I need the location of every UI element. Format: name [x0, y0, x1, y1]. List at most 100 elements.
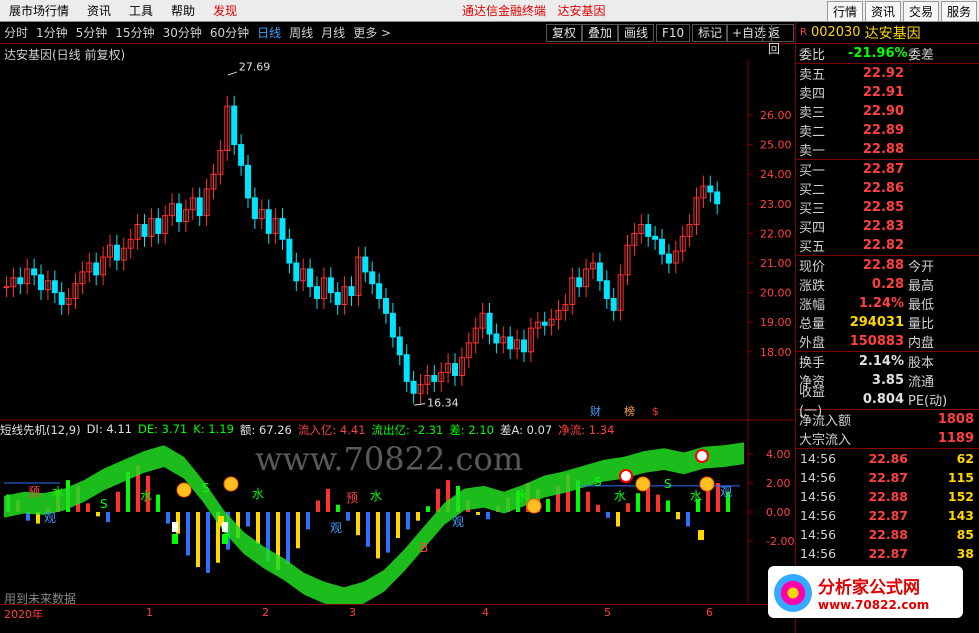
btn-back[interactable]: 返回	[762, 24, 794, 56]
period-more[interactable]: 更多 >	[349, 24, 395, 41]
date-label: 5	[604, 606, 611, 619]
histogram-bar	[586, 491, 590, 512]
histogram-bar	[476, 512, 480, 515]
ask-level: 卖二 22.89	[799, 123, 904, 140]
candle-body	[383, 298, 389, 314]
quote-header: R 002030 达安基因	[796, 22, 979, 44]
date-label: 6	[706, 606, 713, 619]
candle-body	[251, 197, 258, 220]
flow-row: 大宗流入 1189	[799, 431, 974, 448]
menu-tools[interactable]: 工具	[120, 2, 162, 19]
date-axis: 2020年 1 2 3 4 5 6	[0, 604, 794, 621]
indicator-signal-label: 水	[52, 485, 64, 499]
ind-field-outflow: 流出亿: -2.31	[371, 423, 444, 437]
ask-level: 卖一 22.88	[799, 142, 904, 159]
top-btn-quote[interactable]: 行情	[826, 1, 863, 22]
menu-help[interactable]: 帮助	[162, 2, 204, 19]
menu-bar: 展市场行情 资讯 工具 帮助 发现 通达信金融终端 达安基因 行情 资讯 交易 …	[0, 0, 979, 22]
histogram-bar	[486, 512, 490, 520]
menu-market[interactable]: 展市场行情	[0, 2, 78, 19]
candle-body	[93, 262, 100, 276]
btn-draw[interactable]: 画线	[618, 24, 655, 42]
ind-field-inflow: 流入亿: 4.41	[297, 423, 366, 437]
candle-body	[665, 253, 672, 264]
event-marker: $	[652, 405, 659, 418]
quote-stat: 涨幅 1.24% 最低	[799, 296, 935, 313]
top-btn-trade[interactable]: 交易	[902, 1, 939, 22]
bid-level: 买一 22.87	[799, 162, 904, 179]
histogram-bar	[366, 512, 370, 547]
period-15min[interactable]: 15分钟	[111, 24, 158, 41]
histogram-bar	[246, 512, 250, 527]
candle-body	[403, 354, 410, 382]
period-30min[interactable]: 30分钟	[159, 24, 206, 41]
candle-body	[610, 298, 617, 311]
stock-code: 002030	[810, 25, 861, 40]
tick-row: 14:56 22.88 152	[800, 489, 974, 504]
candle-body	[238, 144, 245, 166]
candle-body	[652, 235, 659, 240]
r-badge-icon: R	[800, 27, 807, 38]
candle-body	[493, 333, 500, 344]
btn-overlay[interactable]: 叠加	[582, 24, 619, 42]
histogram-bar	[596, 504, 600, 512]
weibi-row: 委比 -21.96% 委差	[799, 46, 935, 63]
period-tick[interactable]: 分时	[0, 24, 32, 41]
histogram-bar	[306, 512, 310, 530]
period-5min[interactable]: 5分钟	[72, 24, 112, 41]
gold-coin-icon	[635, 476, 651, 492]
ind-field-netflow: 净流: 1.34	[558, 423, 615, 437]
candle-body	[362, 256, 369, 273]
period-weekly[interactable]: 周线	[285, 24, 317, 41]
histogram-bar	[286, 512, 290, 565]
price-axis-label: 25.00	[760, 139, 792, 152]
bid-level: 买三 22.85	[799, 200, 904, 217]
top-btn-service[interactable]: 服务	[940, 1, 977, 22]
menu-discover[interactable]: 发现	[204, 2, 246, 19]
indicator-signal-label: 预	[346, 491, 358, 505]
period-1min[interactable]: 1分钟	[32, 24, 72, 41]
quote-stat: 涨跌 0.28 最高	[799, 277, 935, 294]
quote-panel: R 002030 达安基因 委比 -21.96% 委差 卖五 22.92 卖四 22.…	[795, 22, 979, 633]
menu-news[interactable]: 资讯	[78, 2, 120, 19]
candle-body	[596, 262, 603, 282]
tick-row: 14:56 22.87 115	[800, 470, 974, 485]
indicator-signal-label: 水	[614, 489, 626, 503]
histogram-bar	[156, 494, 160, 512]
date-label: 1	[146, 606, 153, 619]
period-monthly[interactable]: 月线	[317, 24, 349, 41]
indicator-signal-label: 预	[28, 485, 40, 499]
candle-body	[645, 224, 652, 237]
candle-body	[486, 312, 493, 335]
histogram-bar	[686, 512, 690, 527]
price-axis-label: 22.00	[760, 227, 792, 240]
candle-body	[659, 238, 665, 255]
period-60min[interactable]: 60分钟	[206, 24, 253, 41]
histogram-bar	[626, 503, 630, 512]
indicator-signal-label: 观	[720, 485, 732, 499]
window-title: 通达信金融终端 达安基因	[462, 4, 606, 18]
histogram-bar	[336, 504, 340, 512]
date-label: 2	[262, 606, 269, 619]
bid-level: 买四 22.83	[799, 219, 904, 236]
btn-mark[interactable]: 标记	[692, 24, 729, 42]
candle-body	[307, 268, 314, 288]
histogram-bar	[356, 512, 360, 536]
indicator-signal-label: S	[100, 497, 108, 511]
histogram-bar	[376, 512, 380, 559]
histogram-bar	[196, 512, 200, 568]
candle-body	[389, 312, 396, 338]
period-daily[interactable]: 日线	[253, 24, 285, 41]
candle-body	[31, 268, 38, 276]
ind-field-de: DE: 3.71	[137, 422, 188, 436]
low-price-label: 16.34	[427, 397, 459, 410]
btn-f10[interactable]: F10	[656, 24, 691, 42]
candle-body	[714, 191, 721, 205]
indicator-square	[698, 530, 704, 540]
top-btn-news[interactable]: 资讯	[864, 1, 901, 22]
btn-adjust[interactable]: 复权	[546, 24, 583, 42]
price-axis-label: 24.00	[760, 168, 792, 181]
histogram-bar	[406, 512, 410, 530]
kline-chart[interactable]: 26.00 25.00 24.00 23.00 22.00 21.00 20.00 19.00…	[0, 60, 794, 604]
candle-body	[38, 274, 44, 291]
